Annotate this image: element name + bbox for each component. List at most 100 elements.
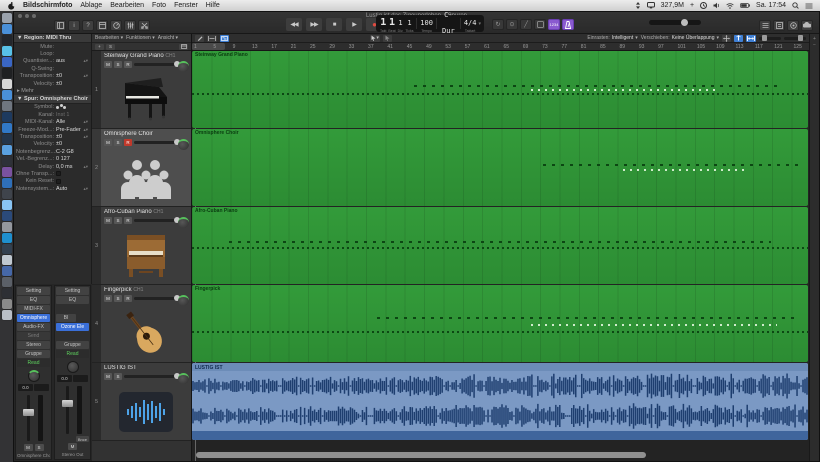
mute-button[interactable]: M	[104, 61, 112, 68]
wifi-icon[interactable]	[726, 2, 734, 9]
editors-toggle-icon[interactable]	[138, 20, 150, 31]
strip-slot[interactable]: Setting	[56, 287, 89, 295]
track-pan-knob[interactable]	[178, 373, 189, 384]
quick-help-icon[interactable]: ?	[82, 20, 94, 31]
pointer-tool-menu[interactable]: ▾	[370, 34, 380, 42]
library-toggle-icon[interactable]	[54, 20, 66, 31]
region-afrocuban[interactable]: Afro-Cuban Piano	[192, 207, 808, 284]
solo-mode-button[interactable]: ╱	[520, 19, 532, 30]
solo-button[interactable]: S	[114, 139, 122, 146]
more-disclosure[interactable]: ▸ Mehr	[14, 87, 91, 94]
fader-track[interactable]	[27, 395, 30, 442]
dock-app-icon-1[interactable]	[1, 13, 12, 23]
mute-button[interactable]: M	[104, 217, 112, 224]
inspector-param-row[interactable]: Notenbegrenz...: C-2 G8	[14, 148, 91, 155]
solo-button[interactable]: S	[114, 373, 122, 380]
fader-track[interactable]	[66, 386, 69, 434]
solo-button[interactable]: S	[114, 217, 122, 224]
strip-slot[interactable]: Audio-FX	[17, 323, 50, 331]
inspector-param-row[interactable]: Velocity: ±0	[14, 80, 91, 87]
record-enable-button[interactable]: R	[124, 217, 132, 224]
note-pads-icon[interactable]	[773, 20, 785, 31]
catch-range-icon[interactable]	[207, 34, 217, 42]
master-volume-slider[interactable]	[649, 19, 701, 26]
dock-app-icon-7[interactable]	[1, 79, 12, 89]
strip-slot[interactable]: Ozone Ele	[56, 323, 89, 331]
battery-icon[interactable]	[740, 3, 750, 8]
dock-app-icon-25[interactable]	[1, 277, 12, 287]
stepper-icon[interactable]: ▴▾	[83, 58, 89, 64]
track-name[interactable]: Steinway Grand Piano CH1	[104, 53, 188, 59]
dock-app-icon-20[interactable]	[1, 222, 12, 232]
strip-slot[interactable]: Stereo	[17, 341, 50, 349]
inspector-param-row[interactable]: Q-Swing:	[14, 65, 91, 72]
track-header-2[interactable]: 2 Omnisphere Choir M S R	[92, 129, 191, 207]
solo-button[interactable]: S	[114, 61, 122, 68]
menu-foto[interactable]: Foto	[152, 2, 166, 9]
record-enable-button[interactable]: R	[124, 295, 132, 302]
stepper-icon[interactable]: ▴▾	[83, 134, 89, 140]
strip-solo-button[interactable]: S	[34, 444, 44, 452]
bar-ruler[interactable]: 1 5 9 13 17 21 25 29 33 37 41 45 49 53 57 61 65 69 73 77 81 8…	[192, 43, 809, 51]
track-inspector-header[interactable]: ▼ Spur: Omnisphere Choir	[14, 94, 91, 104]
region-audio-lustig[interactable]: LUSTIG IST	[192, 363, 808, 440]
horizontal-zoom-slider[interactable]	[784, 35, 806, 41]
volume-readout[interactable]: 0.0	[18, 384, 33, 391]
stepper-icon[interactable]: ▴▾	[83, 186, 89, 192]
solo-button[interactable]: S	[114, 295, 122, 302]
pan-knob[interactable]	[27, 370, 40, 382]
record-enable-button[interactable]: R	[124, 61, 132, 68]
track-name[interactable]: LUSTIG IST	[104, 365, 188, 371]
mute-button[interactable]: M	[104, 139, 112, 146]
track-name[interactable]: Fingerpick CH1	[104, 287, 188, 293]
strip-mute-button[interactable]: M	[68, 443, 77, 450]
dock-app-icon-6[interactable]	[1, 68, 12, 78]
clock-icon[interactable]	[700, 2, 708, 9]
inspector-param-row[interactable]: Vel.-Begrenz...: 0 127	[14, 155, 91, 162]
dock-app-icon-3[interactable]	[1, 35, 12, 45]
stepper-icon[interactable]: ▴▾	[83, 73, 89, 79]
track-pan-knob[interactable]	[178, 139, 189, 150]
track-pan-knob[interactable]	[178, 217, 189, 228]
edit-menu[interactable]: Bearbeiten ▾	[95, 35, 123, 41]
play-button[interactable]: ▶	[346, 18, 362, 31]
mute-button[interactable]: M	[104, 295, 112, 302]
track-pan-knob[interactable]	[178, 61, 189, 72]
gain-readout[interactable]	[73, 375, 88, 382]
record-enable-button[interactable]: R	[124, 139, 132, 146]
menu-hilfe[interactable]: Hilfe	[206, 2, 220, 9]
track-header-1[interactable]: 1 Steinway Grand Piano CH1 M S R	[92, 51, 191, 129]
dock-app-icon-19[interactable]	[1, 211, 12, 221]
stepper-icon[interactable]: ▴▾	[83, 119, 89, 125]
pencil-tool-icon[interactable]	[195, 34, 204, 42]
header-config-icon[interactable]	[179, 43, 188, 50]
region-omnisphere[interactable]: Omnisphere Choir	[192, 129, 808, 206]
snap-menu[interactable]: Einrasten: Intelligent ▾	[587, 35, 637, 41]
display-icon[interactable]	[646, 2, 655, 9]
region-steinway[interactable]: Steinway Grand Piano	[192, 51, 808, 128]
plus-icon[interactable]: +	[690, 2, 694, 9]
menu-app-name[interactable]: Bildschirmfoto	[23, 2, 72, 9]
rewind-button[interactable]: ◀◀	[286, 18, 302, 31]
volume-icon[interactable]	[713, 2, 720, 9]
strip-slot[interactable]: Setting	[17, 287, 50, 295]
dock-app-icon-21[interactable]	[1, 233, 12, 243]
fader-thumb[interactable]	[23, 409, 34, 416]
region-fingerpick[interactable]: Fingerpick	[192, 285, 808, 362]
menu-fenster[interactable]: Fenster	[174, 2, 198, 9]
dock-app-icon-26[interactable]	[1, 288, 12, 298]
list-editors-icon[interactable]	[759, 20, 771, 31]
auto-track-zoom-button[interactable]	[746, 34, 756, 42]
inspector-param-row[interactable]: Mute:	[14, 43, 91, 50]
inspector-param-row[interactable]: Loop:	[14, 50, 91, 57]
replace-button[interactable]	[534, 19, 546, 30]
autopunch-button[interactable]: ⊙	[506, 19, 518, 30]
track-name[interactable]: Afro-Cuban Piano CH1	[104, 209, 188, 215]
inspector-param-row[interactable]: Quantisier...: aus ▴▾	[14, 58, 91, 65]
dock-app-icon-9[interactable]	[1, 101, 12, 111]
strip-slot[interactable]: EQ	[17, 296, 50, 304]
spotlight-search-icon[interactable]	[792, 2, 799, 9]
apple-loops-icon[interactable]	[787, 20, 799, 31]
catch-playhead-button[interactable]	[734, 34, 743, 42]
master-volume-thumb[interactable]	[681, 19, 688, 26]
